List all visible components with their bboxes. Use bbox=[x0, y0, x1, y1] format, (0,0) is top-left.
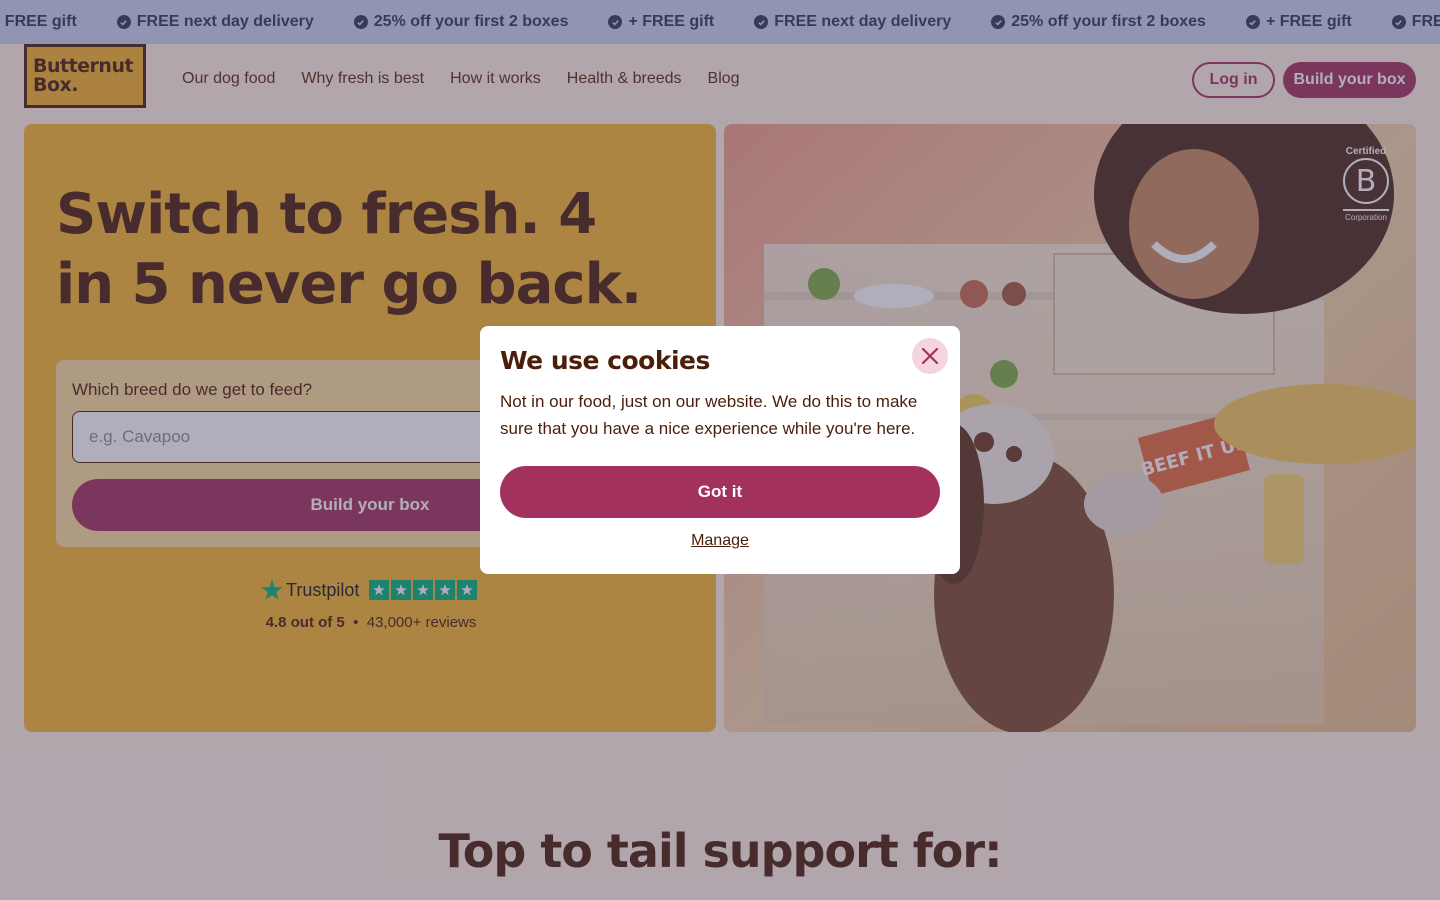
cookie-modal: We use cookies Not in our food, just on … bbox=[480, 326, 960, 574]
manage-cookies-link[interactable]: Manage bbox=[480, 532, 960, 550]
close-icon[interactable] bbox=[912, 338, 948, 374]
cookie-modal-body: Not in our food, just on our website. We… bbox=[500, 392, 918, 438]
got-it-button[interactable]: Got it bbox=[500, 466, 940, 518]
cookie-modal-title: We use cookies bbox=[500, 346, 710, 375]
